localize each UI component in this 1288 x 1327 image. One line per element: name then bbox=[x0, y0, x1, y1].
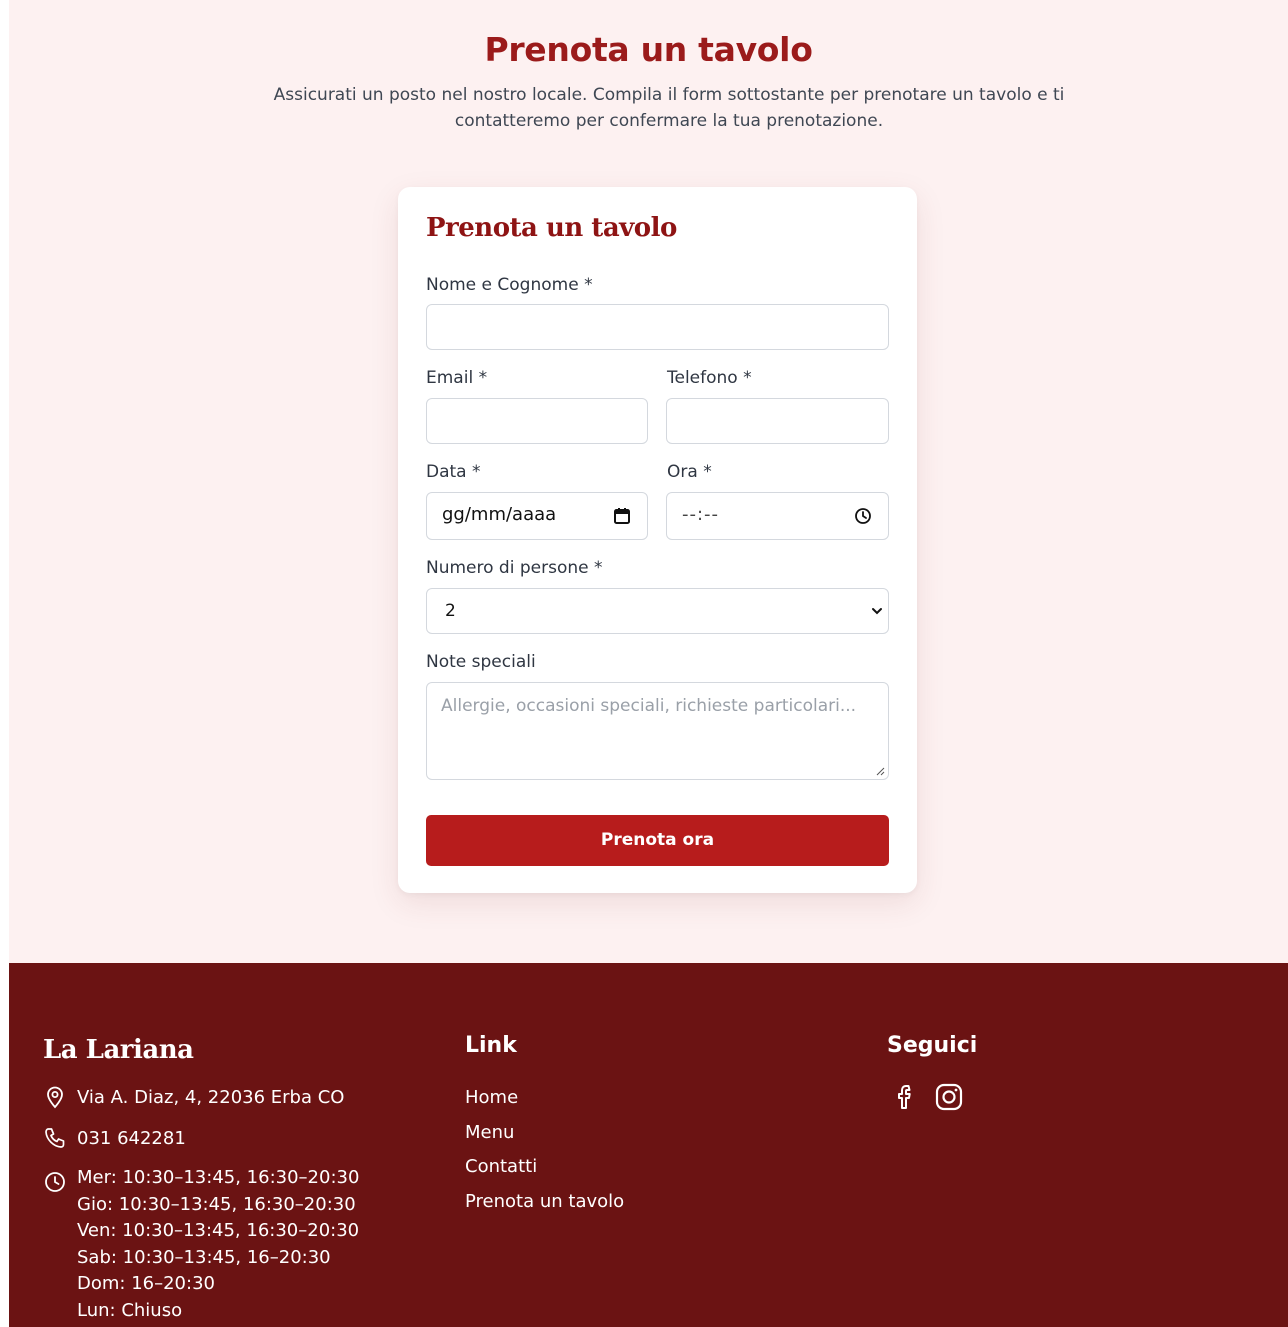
phone-icon bbox=[45, 1128, 65, 1148]
footer-link-contatti[interactable]: Contatti bbox=[465, 1150, 624, 1185]
time-label: Ora * bbox=[667, 462, 712, 482]
hours-item: Sab: 10:30–13:45, 16–20:30 bbox=[77, 1246, 331, 1268]
time-value: --:-- bbox=[682, 504, 720, 525]
hours-item: Mer: 10:30–13:45, 16:30–20:30 bbox=[77, 1167, 360, 1188]
footer-hours: Mer: 10:30–13:45, 16:30–20:30 Gio: 10:30… bbox=[43, 1165, 359, 1324]
notes-placeholder: Allergie, occasioni speciali, richieste … bbox=[441, 696, 857, 716]
notes-field[interactable]: Allergie, occasioni speciali, richieste … bbox=[426, 682, 889, 780]
page-subtitle: Assicurati un posto nel nostro locale. C… bbox=[273, 85, 1065, 131]
phone-label: Telefono * bbox=[667, 368, 752, 388]
phone-field[interactable] bbox=[666, 398, 889, 444]
people-value: 2 bbox=[445, 601, 456, 621]
instagram-icon[interactable] bbox=[933, 1081, 965, 1113]
hours-item: Lun: Chiuso bbox=[77, 1299, 183, 1321]
resize-handle-icon[interactable] bbox=[876, 767, 885, 776]
form-title: Prenota un tavolo bbox=[426, 213, 677, 243]
name-field[interactable] bbox=[426, 304, 889, 350]
footer-brand: La Lariana bbox=[43, 1035, 194, 1065]
social-title: Seguici bbox=[887, 1033, 978, 1058]
clock-icon[interactable] bbox=[854, 507, 872, 525]
name-input[interactable] bbox=[427, 305, 888, 349]
date-value: gg/mm/aaaa bbox=[442, 504, 557, 525]
time-field[interactable]: --:-- bbox=[666, 492, 889, 540]
email-input[interactable] bbox=[427, 399, 647, 443]
footer-link-menu[interactable]: Menu bbox=[465, 1116, 624, 1151]
date-field[interactable]: gg/mm/aaaa bbox=[426, 492, 648, 540]
footer-link-home[interactable]: Home bbox=[465, 1081, 624, 1116]
notes-label: Note speciali bbox=[426, 652, 536, 672]
phone-text: 031 642281 bbox=[77, 1128, 186, 1149]
date-label: Data * bbox=[426, 462, 481, 482]
footer: La Lariana Via A. Diaz, 4, 22036 Erba CO… bbox=[9, 963, 1288, 1327]
footer-links: Home Menu Contatti Prenota un tavolo bbox=[465, 1081, 624, 1219]
phone-input[interactable] bbox=[667, 399, 888, 443]
clock-icon bbox=[45, 1172, 65, 1192]
people-select[interactable]: 2 bbox=[426, 588, 889, 634]
location-pin-icon bbox=[47, 1086, 63, 1109]
address-text: Via A. Diaz, 4, 22036 Erba CO bbox=[77, 1087, 345, 1108]
hours-list: Mer: 10:30–13:45, 16:30–20:30 Gio: 10:30… bbox=[77, 1165, 359, 1324]
footer-address: Via A. Diaz, 4, 22036 Erba CO bbox=[43, 1085, 344, 1112]
footer-link-prenota[interactable]: Prenota un tavolo bbox=[465, 1185, 624, 1220]
page: Prenota un tavolo Assicurati un posto ne… bbox=[9, 0, 1288, 1327]
links-title: Link bbox=[465, 1033, 517, 1058]
people-label: Numero di persone * bbox=[426, 558, 603, 578]
chevron-down-icon bbox=[872, 608, 882, 615]
footer-phone: 031 642281 bbox=[43, 1126, 186, 1153]
name-label: Nome e Cognome * bbox=[426, 275, 593, 295]
facebook-icon[interactable] bbox=[889, 1081, 921, 1113]
calendar-icon[interactable] bbox=[613, 507, 631, 525]
page-title: Prenota un tavolo bbox=[484, 30, 813, 69]
email-field[interactable] bbox=[426, 398, 648, 444]
hours-item: Dom: 16–20:30 bbox=[77, 1273, 215, 1294]
hours-item: Ven: 10:30–13:45, 16:30–20:30 bbox=[77, 1220, 360, 1241]
reservation-card: Prenota un tavolo Nome e Cognome * Email… bbox=[398, 187, 917, 893]
social-links bbox=[889, 1081, 965, 1113]
submit-button[interactable]: Prenota ora bbox=[426, 815, 889, 866]
hours-item: Gio: 10:30–13:45, 16:30–20:30 bbox=[77, 1193, 356, 1215]
email-label: Email * bbox=[426, 368, 488, 388]
